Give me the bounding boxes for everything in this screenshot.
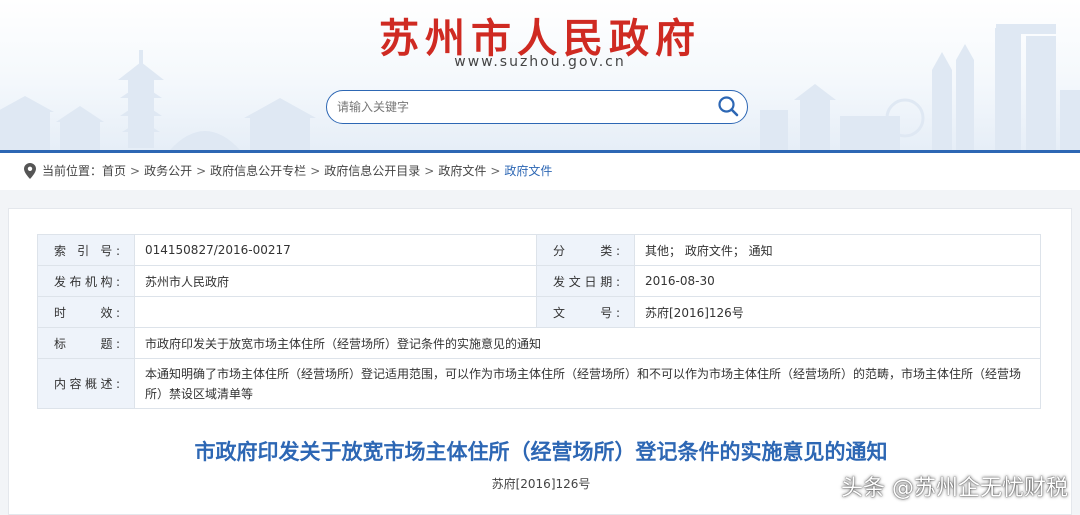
search-input[interactable] [337, 98, 707, 116]
breadcrumb-separator: > [490, 163, 501, 178]
breadcrumb-gov-affairs[interactable]: 政务公开 [144, 162, 192, 179]
summary-label: 内容概述: [37, 358, 135, 409]
site-header: 苏州市人民政府 www.suzhou.gov.cn [0, 0, 1080, 150]
location-pin-icon [24, 162, 36, 179]
table-row: 索 引 号: 014150827/2016-00217 分 类: 其他； 政府文… [37, 234, 1041, 266]
table-row: 内容概述: 本通知明确了市场主体住所（经营场所）登记适用范围，可以作为市场主体住… [37, 358, 1041, 409]
breadcrumb-info-catalog[interactable]: 政府信息公开目录 [324, 162, 420, 179]
date-value: 2016-08-30 [634, 265, 1041, 297]
summary-value: 本通知明确了市场主体住所（经营场所）登记适用范围，可以作为市场主体住所（经营场所… [134, 358, 1041, 409]
breadcrumb-separator: > [310, 163, 321, 178]
validity-value [134, 296, 537, 328]
index-value: 014150827/2016-00217 [134, 234, 537, 266]
search-button[interactable] [715, 94, 741, 120]
docno-value: 苏府[2016]126号 [634, 296, 1041, 328]
search-icon [718, 96, 739, 117]
site-url: www.suzhou.gov.cn [454, 54, 626, 70]
document-card: 索 引 号: 014150827/2016-00217 分 类: 其他； 政府文… [8, 208, 1072, 515]
breadcrumb-info-column[interactable]: 政府信息公开专栏 [210, 162, 306, 179]
table-row: 发布机构: 苏州市人民政府 发文日期: 2016-08-30 [37, 265, 1041, 297]
document-title: 市政府印发关于放宽市场主体住所（经营场所）登记条件的实施意见的通知 [194, 440, 888, 464]
title-label: 标 题: [37, 327, 135, 359]
breadcrumb-label: 当前位置： [42, 164, 103, 178]
breadcrumb-separator: > [196, 163, 207, 178]
document-metadata-table: 索 引 号: 014150827/2016-00217 分 类: 其他； 政府文… [37, 234, 1041, 409]
docno-label: 文 号: [536, 296, 635, 328]
issuer-value: 苏州市人民政府 [134, 265, 537, 297]
breadcrumb-bar: 当前位置： 首页 > 政务公开 > 政府信息公开专栏 > 政府信息公开目录 > … [0, 150, 1080, 190]
breadcrumb-current[interactable]: 政府文件 [504, 162, 552, 179]
date-label: 发文日期: [536, 265, 635, 297]
breadcrumb-separator: > [424, 163, 435, 178]
category-value: 其他； 政府文件； 通知 [634, 234, 1041, 266]
breadcrumb-separator: > [130, 163, 141, 178]
watermark-text: 头条 @苏州企无忧财税 [841, 476, 1068, 501]
table-row: 标 题: 市政府印发关于放宽市场主体住所（经营场所）登记条件的实施意见的通知 [37, 327, 1041, 359]
validity-label: 时 效: [37, 296, 135, 328]
title-value: 市政府印发关于放宽市场主体住所（经营场所）登记条件的实施意见的通知 [134, 327, 1041, 359]
index-label: 索 引 号: [37, 234, 135, 266]
breadcrumb: 当前位置： 首页 > 政务公开 > 政府信息公开专栏 > 政府信息公开目录 > … [24, 162, 552, 179]
table-row: 时 效: 文 号: 苏府[2016]126号 [37, 296, 1041, 328]
breadcrumb-home[interactable]: 首页 [102, 162, 126, 179]
category-label: 分 类: [536, 234, 635, 266]
search-box [326, 90, 748, 124]
issuer-label: 发布机构: [37, 265, 135, 297]
breadcrumb-gov-docs[interactable]: 政府文件 [438, 162, 486, 179]
